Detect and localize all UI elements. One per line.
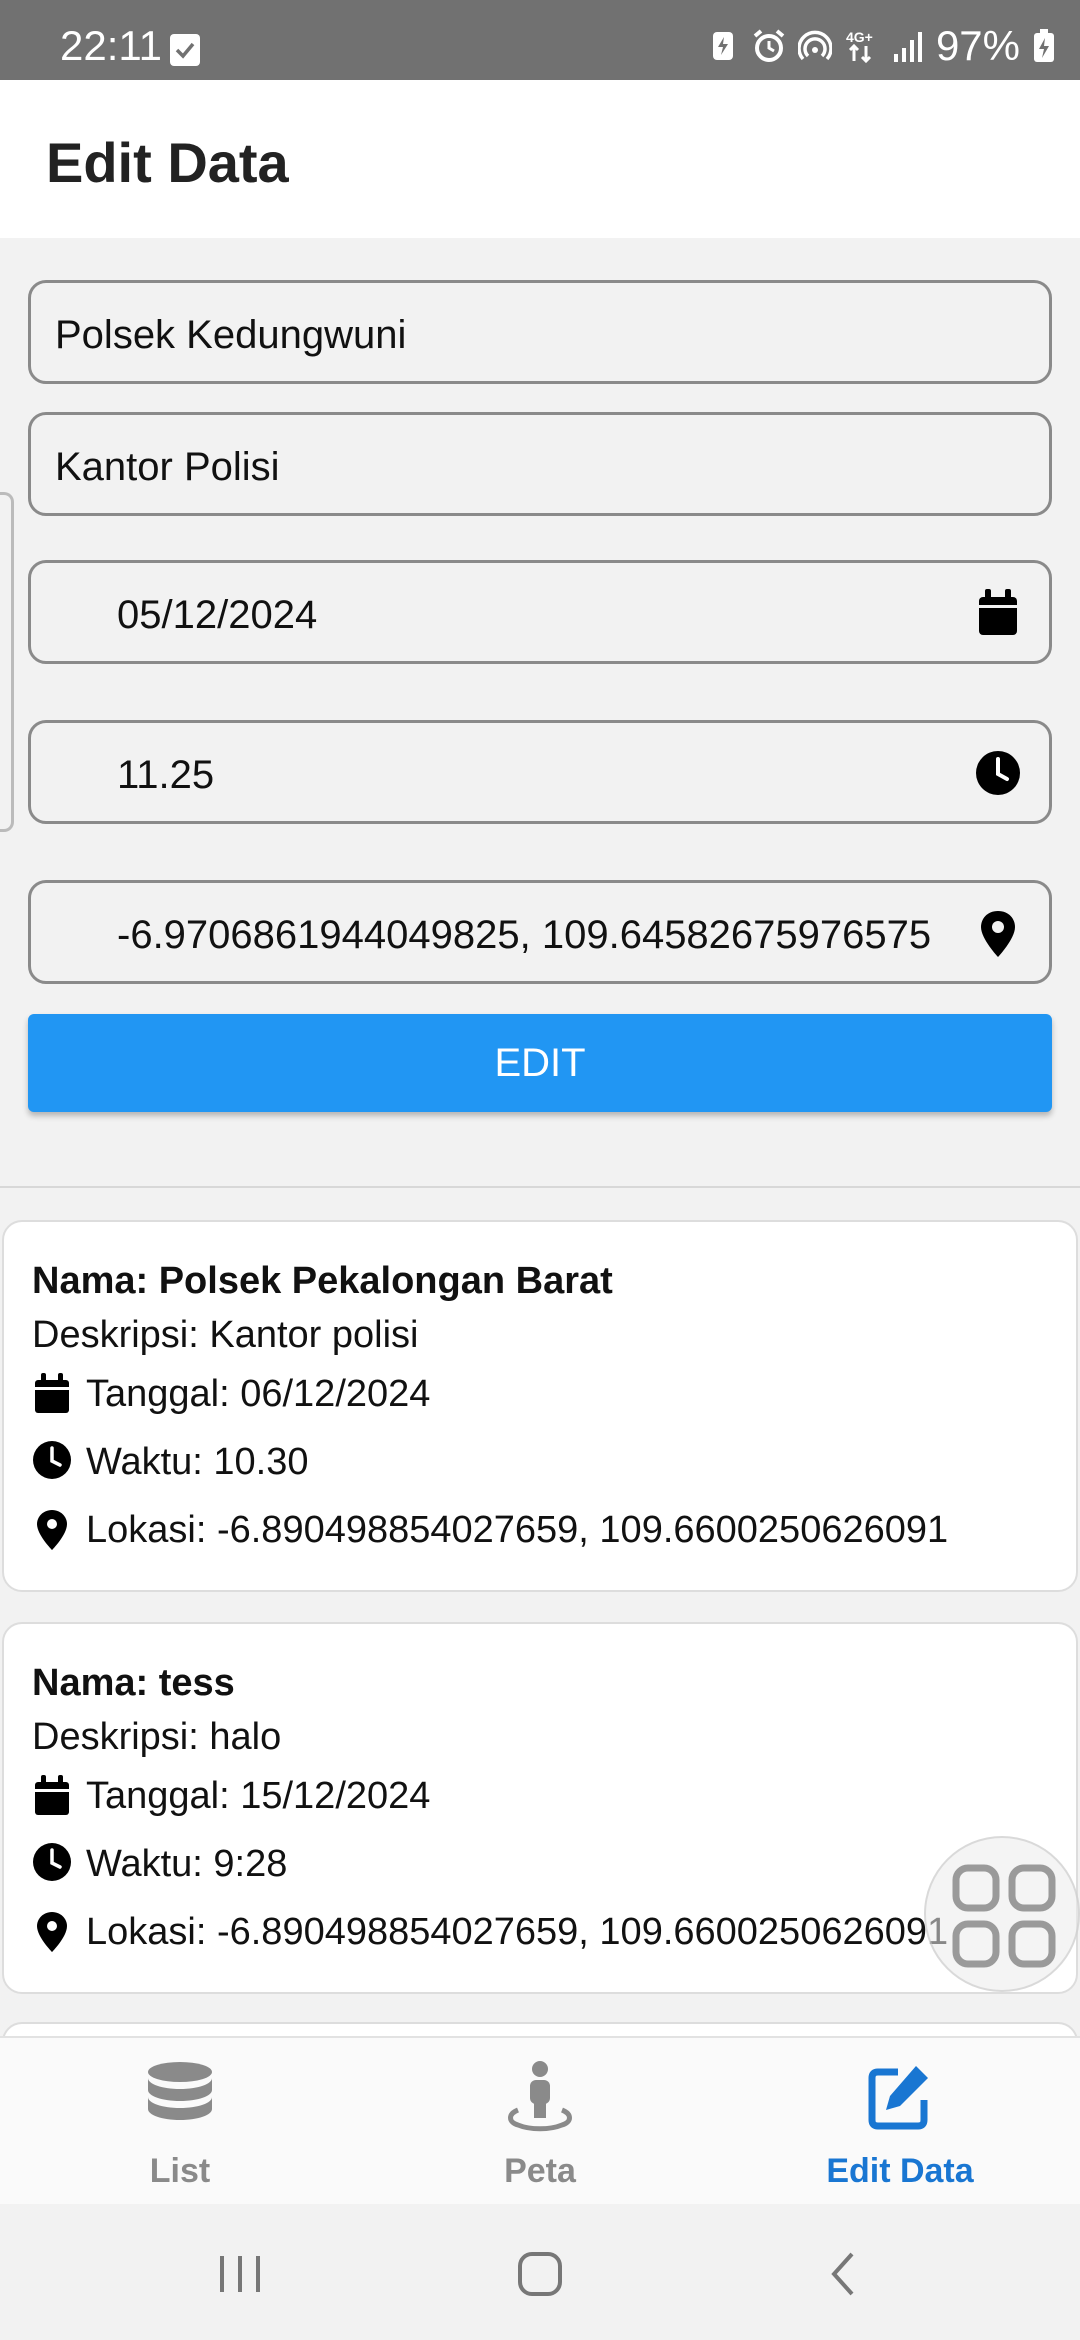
nav-label-edit-data: Edit Data [826, 2152, 974, 2190]
date-field[interactable]: 05/12/2024 [28, 560, 1052, 664]
clock-icon [33, 1441, 71, 1479]
map-pin-icon[interactable] [973, 907, 1023, 961]
home-icon[interactable] [510, 2244, 570, 2304]
record-location-row: Lokasi: -6.890498854027659, 109.66002506… [32, 1910, 948, 1954]
back-icon[interactable] [814, 2244, 874, 2304]
record-date-row: Tanggal: 06/12/2024 [32, 1372, 430, 1416]
record-time: Waktu: 9:28 [86, 1842, 288, 1885]
description-field[interactable]: Kantor Polisi [28, 412, 1052, 516]
status-time: 22:11 [60, 22, 162, 69]
clock-icon [33, 1843, 71, 1881]
record-time-row: Waktu: 10.30 [32, 1440, 309, 1484]
signal-icon [893, 32, 922, 62]
database-icon [148, 2062, 212, 2120]
svg-text:4G+: 4G+ [846, 29, 873, 45]
record-location: Lokasi: -6.890498854027659, 109.66002506… [86, 1508, 949, 1551]
name-field[interactable]: Polsek Kedungwuni [28, 280, 1052, 384]
record-time-row: Waktu: 9:28 [32, 1842, 287, 1886]
person-location-icon [508, 2061, 572, 2132]
record-name: Nama: tess [32, 1662, 235, 1704]
calendar-icon [35, 1775, 69, 1815]
system-navigation-bar [0, 2204, 1080, 2340]
name-field-value: Polsek Kedungwuni [55, 313, 407, 357]
record-time: Waktu: 10.30 [86, 1440, 309, 1483]
clock-icon[interactable] [973, 747, 1023, 801]
map-pin-icon [37, 1510, 67, 1550]
status-bar: 22:11 4G+ 97% [0, 0, 1080, 80]
date-field-value: 05/12/2024 [117, 593, 318, 637]
time-field-value: 11.25 [117, 753, 215, 797]
divider [0, 1186, 1080, 1188]
list-item[interactable]: Nama: Polsek Pekalongan Barat Deskripsi:… [2, 1220, 1078, 1592]
record-date: Tanggal: 15/12/2024 [86, 1774, 431, 1817]
list-item[interactable]: Nama: tess Deskripsi: halo Tanggal: 15/1… [2, 1622, 1078, 1994]
battery-percent: 97% [935, 22, 1020, 69]
side-drawer-handle[interactable] [0, 492, 14, 832]
calendar-icon [35, 1373, 69, 1413]
grid-icon [952, 1864, 1056, 1968]
recent-apps-icon[interactable] [210, 2244, 270, 2304]
map-pin-icon [37, 1912, 67, 1952]
nav-item-list[interactable]: List [0, 2038, 360, 2206]
battery-charging-icon [1034, 29, 1054, 62]
record-location-row: Lokasi: -6.890498854027659, 109.66002506… [32, 1508, 948, 1552]
floating-apps-button[interactable] [924, 1836, 1080, 1992]
edit-button[interactable]: EDIT [28, 1014, 1052, 1112]
calendar-icon[interactable] [973, 587, 1023, 641]
location-field[interactable]: -6.9706861944049825, 109.64582675976575 [28, 880, 1052, 984]
description-field-value: Kantor Polisi [55, 445, 280, 489]
location-field-value: -6.9706861944049825, 109.64582675976575 [117, 913, 932, 957]
status-icons: 4G+ 97% [706, 22, 1056, 70]
data-4g-icon: 4G+ [846, 29, 873, 64]
nav-item-edit-data[interactable]: Edit Data [720, 2038, 1080, 2206]
nav-item-peta[interactable]: Peta [360, 2038, 720, 2206]
bottom-navigation: List Peta Edit Data [0, 2036, 1080, 2204]
alarm-icon [753, 29, 785, 62]
record-name: Nama: Polsek Pekalongan Barat [32, 1260, 613, 1302]
app-bar: Edit Data [0, 80, 1080, 238]
check-notification-icon [170, 34, 200, 66]
record-location: Lokasi: -6.890498854027659, 109.66002506… [86, 1910, 949, 1953]
nav-label-list: List [149, 2152, 211, 2190]
hotspot-icon [797, 30, 832, 61]
nav-label-peta: Peta [504, 2152, 576, 2190]
edit-square-icon [868, 2066, 928, 2130]
battery-saver-icon [712, 32, 733, 60]
record-date: Tanggal: 06/12/2024 [86, 1372, 431, 1415]
time-field[interactable]: 11.25 [28, 720, 1052, 824]
record-description: Deskripsi: Kantor polisi [32, 1314, 419, 1356]
page-title: Edit Data [46, 131, 289, 194]
record-description: Deskripsi: halo [32, 1716, 282, 1758]
record-date-row: Tanggal: 15/12/2024 [32, 1774, 430, 1818]
